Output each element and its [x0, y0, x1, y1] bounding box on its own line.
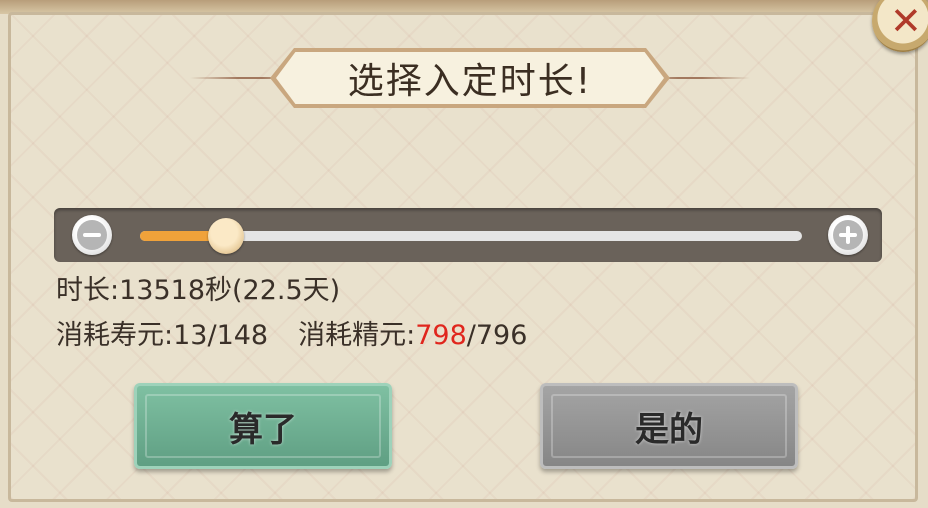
- increase-button[interactable]: [828, 215, 868, 255]
- lifespan-label: 消耗寿元:: [56, 320, 174, 351]
- confirm-button-label: 是的: [635, 409, 703, 450]
- duration-value: 13518秒(22.5天): [119, 275, 341, 306]
- lifespan-value: 13/148: [173, 320, 269, 351]
- cancel-button[interactable]: 算了: [134, 383, 392, 469]
- minus-circle-icon: [77, 220, 107, 250]
- duration-slider: [54, 208, 882, 262]
- cost-info: 消耗寿元:13/148 消耗精元:798/796: [56, 313, 527, 352]
- plus-circle-icon: [833, 220, 863, 250]
- cancel-button-label: 算了: [229, 409, 297, 450]
- dialog-title: 选择入定时长!: [347, 61, 593, 102]
- essence-label: 消耗精元:: [298, 320, 416, 351]
- slider-track[interactable]: [140, 218, 802, 254]
- confirm-button[interactable]: 是的: [540, 383, 798, 469]
- essence-total: /796: [466, 320, 528, 351]
- decrease-button[interactable]: [72, 215, 112, 255]
- duration-label: 时长:: [56, 275, 120, 306]
- essence-current: 798: [415, 320, 467, 351]
- close-icon: ✕: [890, 0, 922, 43]
- duration-info: 时长:13518秒(22.5天): [56, 268, 340, 307]
- game-screen: ✕ 选择入定时长! 时长:13518秒(22.5天) 消耗寿元:13/148 消耗: [0, 0, 928, 508]
- title-banner: 选择入定时长!: [190, 46, 750, 110]
- slider-thumb[interactable]: [208, 218, 245, 254]
